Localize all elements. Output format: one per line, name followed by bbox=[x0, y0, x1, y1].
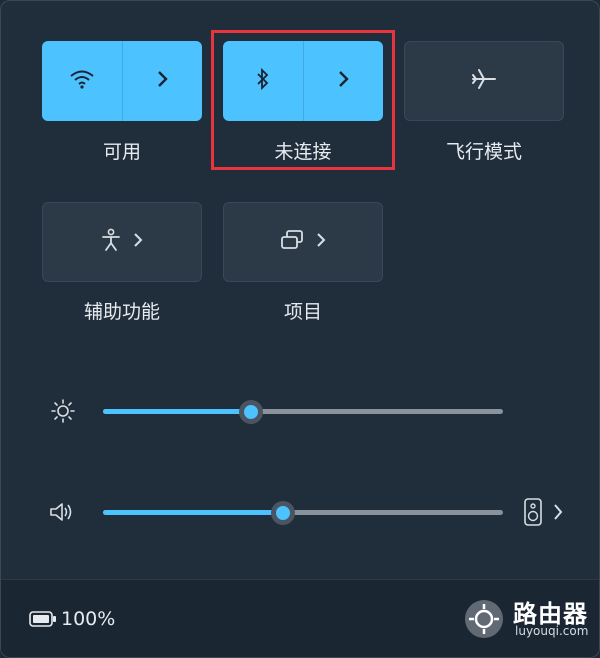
bluetooth-label: 未连接 bbox=[274, 141, 332, 163]
chevron-right-icon bbox=[315, 232, 327, 252]
bluetooth-tile[interactable] bbox=[223, 41, 383, 121]
airplane-mode-label: 飞行模式 bbox=[445, 141, 522, 163]
airplane-mode-tile[interactable] bbox=[404, 41, 564, 121]
bluetooth-expand-button[interactable] bbox=[304, 41, 384, 121]
volume-fill bbox=[103, 510, 283, 515]
battery-percentage: 100% bbox=[61, 608, 116, 630]
watermark-url: luyouqi.com bbox=[515, 624, 589, 638]
battery-icon[interactable] bbox=[29, 611, 57, 631]
wifi-toggle[interactable] bbox=[42, 41, 123, 121]
quick-settings-panel: 可用 未连接 飞行模式 辅助功能 项目 100% 路由器 luyouqi.com bbox=[0, 0, 600, 658]
wifi-expand-button[interactable] bbox=[123, 41, 203, 121]
bluetooth-toggle[interactable] bbox=[223, 41, 304, 121]
settings-icon[interactable] bbox=[463, 598, 505, 644]
volume-track[interactable] bbox=[103, 501, 503, 525]
brightness-fill bbox=[103, 409, 251, 414]
project-icon bbox=[279, 229, 305, 255]
wifi-tile[interactable] bbox=[42, 41, 202, 121]
chevron-right-icon bbox=[155, 70, 169, 92]
airplane-icon bbox=[471, 67, 497, 95]
brightness-icon bbox=[51, 399, 75, 427]
wifi-label: 可用 bbox=[102, 141, 141, 163]
wifi-icon bbox=[69, 69, 95, 93]
accessibility-icon bbox=[100, 228, 122, 256]
chevron-right-icon bbox=[336, 70, 350, 92]
chevron-right-icon bbox=[132, 232, 144, 252]
bluetooth-icon bbox=[254, 67, 272, 95]
volume-thumb[interactable] bbox=[271, 501, 295, 525]
speaker-icon[interactable] bbox=[48, 501, 74, 527]
accessibility-label: 辅助功能 bbox=[83, 301, 160, 323]
brightness-thumb[interactable] bbox=[239, 400, 263, 424]
project-tile[interactable] bbox=[223, 202, 383, 282]
footer-bar: 100% 路由器 luyouqi.com bbox=[1, 579, 599, 657]
chevron-right-icon[interactable] bbox=[552, 503, 564, 525]
accessibility-tile[interactable] bbox=[42, 202, 202, 282]
volume-row bbox=[1, 492, 599, 532]
brightness-row bbox=[1, 391, 599, 431]
speaker-device-icon[interactable] bbox=[523, 498, 543, 530]
brightness-track[interactable] bbox=[103, 400, 503, 424]
project-label: 项目 bbox=[283, 301, 322, 323]
